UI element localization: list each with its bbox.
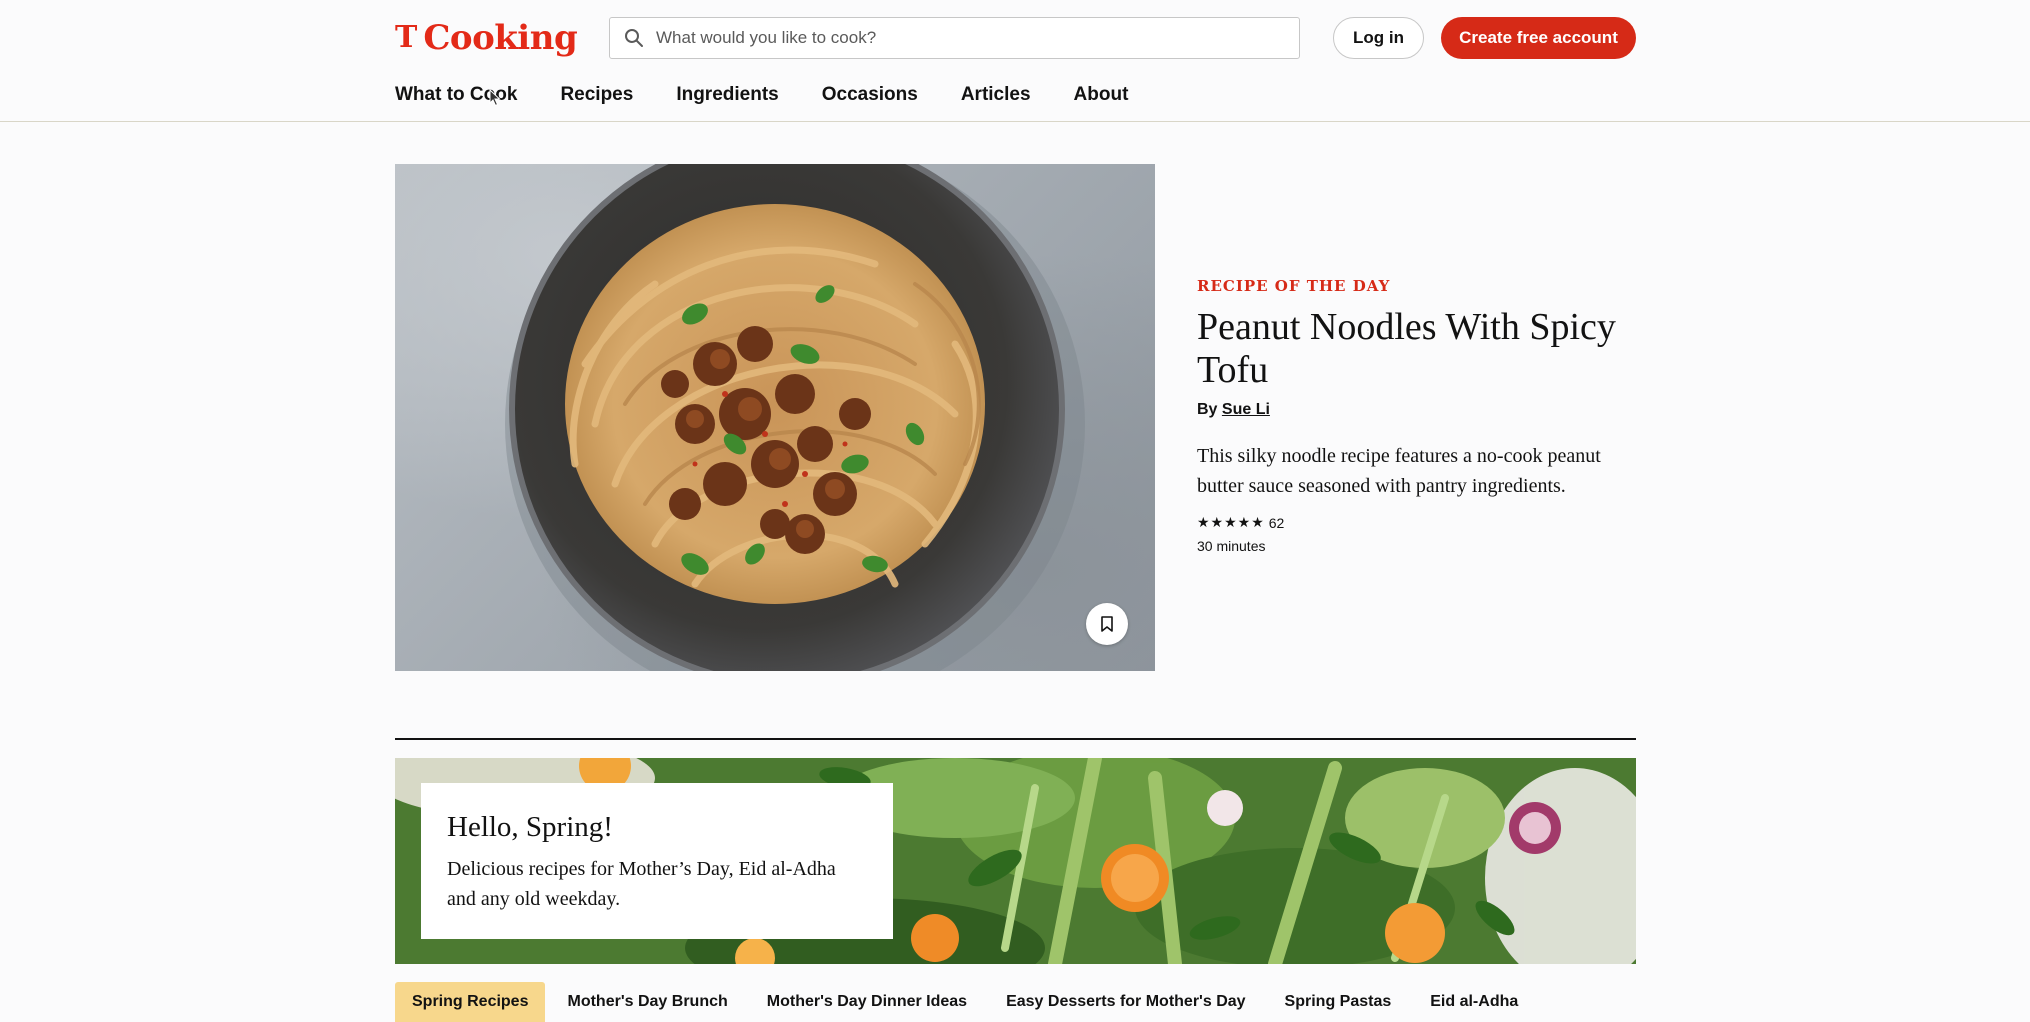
rating-count: 62: [1268, 515, 1285, 531]
tab-mothers-day-brunch[interactable]: Mother's Day Brunch: [550, 982, 744, 1022]
nav-item-about[interactable]: About: [1074, 84, 1129, 106]
recipe-of-the-day-label: RECIPE OF THE DAY: [1197, 277, 1391, 295]
spring-title: Hello, Spring!: [447, 811, 613, 843]
recipe-byline: By Sue Li: [1197, 401, 1270, 419]
page: T Cooking Log in Create free account Wha…: [0, 0, 2030, 1022]
tab-mothers-day-dinner-ideas[interactable]: Mother's Day Dinner Ideas: [750, 982, 984, 1022]
author-link[interactable]: Sue Li: [1222, 401, 1270, 418]
search-icon: [624, 28, 644, 48]
tab-easy-desserts-mothers-day[interactable]: Easy Desserts for Mother's Day: [989, 982, 1262, 1022]
byline-prefix: By: [1197, 401, 1218, 418]
search-bar[interactable]: [609, 17, 1300, 59]
create-account-button[interactable]: Create free account: [1441, 17, 1636, 59]
main-nav: What to Cook Recipes Ingredients Occasio…: [395, 80, 1171, 110]
star-rating-icon: ★★★★★: [1197, 515, 1265, 531]
site-header: T Cooking Log in Create free account Wha…: [0, 0, 2030, 122]
bookmark-icon: [1101, 616, 1113, 632]
nav-item-recipes[interactable]: Recipes: [560, 84, 633, 106]
tab-spring-pastas[interactable]: Spring Pastas: [1268, 982, 1409, 1022]
tab-spring-recipes[interactable]: Spring Recipes: [395, 982, 546, 1022]
spring-feature-card[interactable]: Hello, Spring! Delicious recipes for Mot…: [421, 783, 893, 939]
logo-wordmark: Cooking: [423, 18, 578, 58]
recipe-hero-image[interactable]: [395, 164, 1155, 671]
recipe-description: This silky noodle recipe features a no-c…: [1197, 445, 1601, 497]
spring-description: Delicious recipes for Mother’s Day, Eid …: [447, 858, 836, 910]
login-button[interactable]: Log in: [1333, 17, 1424, 59]
search-input[interactable]: [656, 18, 1299, 58]
mouse-cursor-icon: [489, 89, 501, 107]
collection-tabs: Spring Recipes Mother's Day Brunch Mothe…: [395, 982, 1540, 1022]
nav-item-occasions[interactable]: Occasions: [822, 84, 918, 106]
save-recipe-button[interactable]: [1086, 603, 1128, 645]
cooking-logo[interactable]: T Cooking: [395, 18, 578, 58]
nyt-logo-mark: T: [395, 20, 418, 55]
nav-item-articles[interactable]: Articles: [961, 84, 1031, 106]
recipe-title[interactable]: Peanut Noodles With Spicy Tofu: [1197, 306, 1637, 392]
section-divider: [395, 738, 1636, 740]
tab-eid-al-adha[interactable]: Eid al-Adha: [1413, 982, 1535, 1022]
cook-time: 30 minutes: [1197, 538, 1266, 554]
nav-item-ingredients[interactable]: Ingredients: [676, 84, 778, 106]
recipe-rating: ★★★★★ 62: [1197, 515, 1284, 531]
